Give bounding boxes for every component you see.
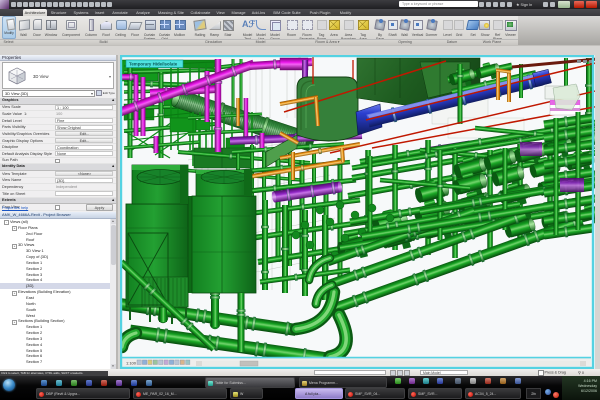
- svg-text:Temporary Hide/Isolate: Temporary Hide/Isolate: [129, 62, 178, 67]
- svg-text:1:100: 1:100: [126, 361, 137, 366]
